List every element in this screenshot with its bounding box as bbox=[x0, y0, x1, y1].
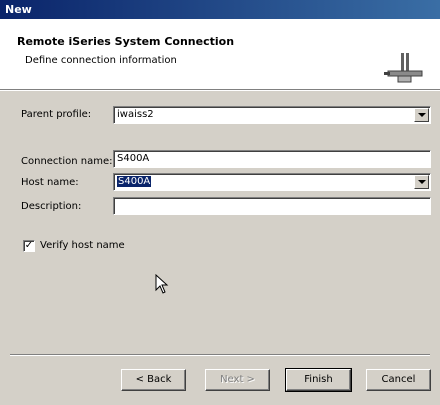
checkmark-icon: ✓ bbox=[24, 240, 34, 251]
window-titlebar[interactable]: New bbox=[0, 0, 440, 19]
host-name-label: Host name: bbox=[21, 177, 79, 188]
cancel-button[interactable]: Cancel bbox=[366, 369, 431, 391]
verify-host-name-label[interactable]: Verify host name bbox=[40, 240, 125, 251]
host-name-select[interactable]: S400A bbox=[113, 173, 431, 191]
connection-name-label: Connection name: bbox=[21, 156, 113, 167]
window-title: New bbox=[5, 3, 32, 16]
connection-name-input[interactable]: S400A bbox=[113, 150, 431, 168]
chevron-down-icon[interactable] bbox=[414, 175, 429, 189]
finish-button[interactable]: Finish bbox=[285, 368, 352, 392]
chevron-down-icon[interactable] bbox=[414, 108, 429, 122]
description-input[interactable] bbox=[113, 197, 431, 215]
connection-plug-icon bbox=[384, 53, 423, 83]
wizard-header: Remote iSeries System Connection Define … bbox=[0, 19, 440, 90]
back-button[interactable]: < Back bbox=[121, 369, 186, 391]
header-divider bbox=[0, 90, 440, 91]
connection-name-value: S400A bbox=[117, 153, 150, 164]
wizard-title: Remote iSeries System Connection bbox=[17, 35, 235, 48]
parent-profile-label: Parent profile: bbox=[21, 109, 92, 120]
parent-profile-value: iwaiss2 bbox=[117, 109, 154, 120]
verify-host-name-checkbox[interactable]: ✓ bbox=[23, 240, 35, 252]
parent-profile-select[interactable]: iwaiss2 bbox=[113, 106, 431, 124]
wizard-description: Define connection information bbox=[25, 55, 177, 66]
mouse-pointer-icon bbox=[155, 274, 169, 294]
host-name-value: S400A bbox=[117, 176, 152, 187]
button-separator bbox=[10, 354, 430, 356]
next-button[interactable]: Next > bbox=[205, 369, 270, 391]
description-label: Description: bbox=[21, 201, 82, 212]
